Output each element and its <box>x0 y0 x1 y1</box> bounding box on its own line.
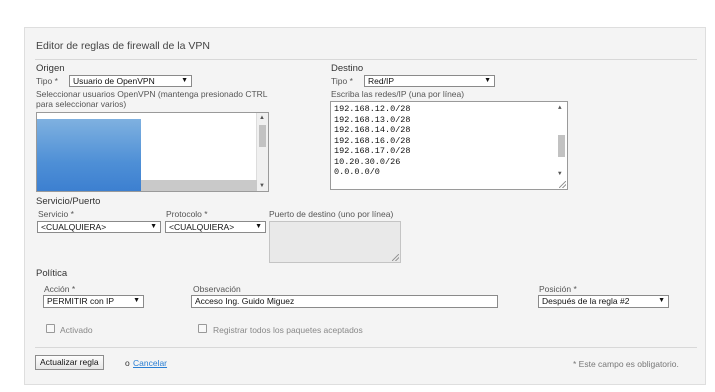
origin-help-line1: Seleccionar usuarios OpenVPN (mantenga p… <box>36 89 268 99</box>
network-line: 192.168.12.0/28 <box>334 104 411 114</box>
title-divider <box>35 59 697 60</box>
scroll-down-icon[interactable]: ▼ <box>259 183 265 189</box>
network-line: 0.0.0.0/0 <box>334 167 380 177</box>
action-label: Acción * <box>44 284 76 294</box>
cancel-link[interactable]: Cancelar <box>133 358 167 368</box>
scrollbar-thumb[interactable] <box>558 135 565 157</box>
scrollbar-thumb[interactable] <box>259 125 266 147</box>
network-line: 192.168.17.0/28 <box>334 146 411 156</box>
scroll-up-icon[interactable]: ▲ <box>558 104 562 111</box>
service-select[interactable]: <CUALQUIERA> ▼ <box>37 221 161 233</box>
networks-scrollbar[interactable]: ▲ ▼ <box>556 102 567 179</box>
required-field-note: * Este campo es obligatorio. <box>573 359 679 369</box>
protocol-label: Protocolo * <box>166 209 208 219</box>
destination-port-label: Puerto de destino (uno por línea) <box>269 209 394 219</box>
selected-user-highlight[interactable] <box>37 119 141 191</box>
position-value: Después de la regla #2 <box>542 296 630 306</box>
users-listbox-scrollbar[interactable]: ▲ ▼ <box>256 113 268 191</box>
chevron-down-icon: ▼ <box>658 297 665 304</box>
panel-title: Editor de reglas de firewall de la VPN <box>36 40 210 52</box>
update-rule-button[interactable]: Actualizar regla <box>35 355 104 370</box>
position-label: Posición * <box>539 284 577 294</box>
network-line: 192.168.16.0/28 <box>334 135 411 146</box>
or-text: o <box>125 358 130 368</box>
policy-section-label: Política <box>36 268 68 279</box>
action-select[interactable]: PERMITIR con IP ▼ <box>43 295 144 308</box>
origin-type-select[interactable]: Usuario de OpenVPN ▼ <box>69 75 192 87</box>
resize-grip-icon[interactable] <box>559 181 566 188</box>
enabled-label: Activado <box>60 325 93 335</box>
log-all-label: Registrar todos los paquetes aceptados <box>213 325 363 335</box>
chevron-down-icon: ▼ <box>484 77 491 84</box>
protocol-select[interactable]: <CUALQUIERA> ▼ <box>165 221 266 233</box>
network-line: 10.20.30.0/26 <box>334 156 401 167</box>
remark-input[interactable]: Acceso Ing. Guido Miguez <box>191 295 498 308</box>
openvpn-users-listbox[interactable]: ▲ ▼ <box>36 112 269 192</box>
network-line: 192.168.13.0/28 <box>334 114 411 125</box>
destination-type-value: Red/IP <box>368 76 394 86</box>
destination-type-select[interactable]: Red/IP ▼ <box>364 75 495 87</box>
chevron-down-icon: ▼ <box>255 223 262 230</box>
action-value: PERMITIR con IP <box>47 296 115 306</box>
destination-type-label: Tipo * <box>331 76 353 86</box>
origin-type-value: Usuario de OpenVPN <box>73 76 155 86</box>
service-value: <CUALQUIERA> <box>41 222 107 232</box>
scroll-up-icon[interactable]: ▲ <box>259 115 265 121</box>
origin-section-label: Origen <box>36 63 65 74</box>
destination-port-textarea[interactable] <box>269 221 401 263</box>
destination-section-label: Destino <box>331 63 364 74</box>
resize-grip-icon[interactable] <box>392 254 399 261</box>
position-select[interactable]: Después de la regla #2 ▼ <box>538 295 669 308</box>
service-label: Servicio * <box>38 209 74 219</box>
origin-type-label: Tipo * <box>36 76 58 86</box>
protocol-value: <CUALQUIERA> <box>169 222 235 232</box>
origin-help-line2: para seleccionar varios) <box>36 99 127 109</box>
chevron-down-icon: ▼ <box>133 297 140 304</box>
network-line: 192.168.14.0/28 <box>334 125 411 135</box>
users-horizontal-scrollbar[interactable] <box>141 180 257 191</box>
enabled-checkbox[interactable] <box>46 324 55 333</box>
footer-divider <box>35 347 697 348</box>
log-all-checkbox[interactable] <box>198 324 207 333</box>
firewall-rule-editor-panel: Editor de reglas de firewall de la VPN O… <box>24 27 706 385</box>
chevron-down-icon: ▼ <box>181 77 188 84</box>
scroll-down-icon[interactable]: ▼ <box>558 170 562 177</box>
chevron-down-icon: ▼ <box>150 223 157 230</box>
remark-label: Observación <box>193 284 241 294</box>
service-section-label: Servicio/Puerto <box>36 196 101 207</box>
destination-networks-textarea[interactable]: 192.168.12.0/28 192.168.13.0/28 192.168.… <box>330 101 568 190</box>
destination-help: Escriba las redes/IP (una por línea) <box>331 89 465 99</box>
